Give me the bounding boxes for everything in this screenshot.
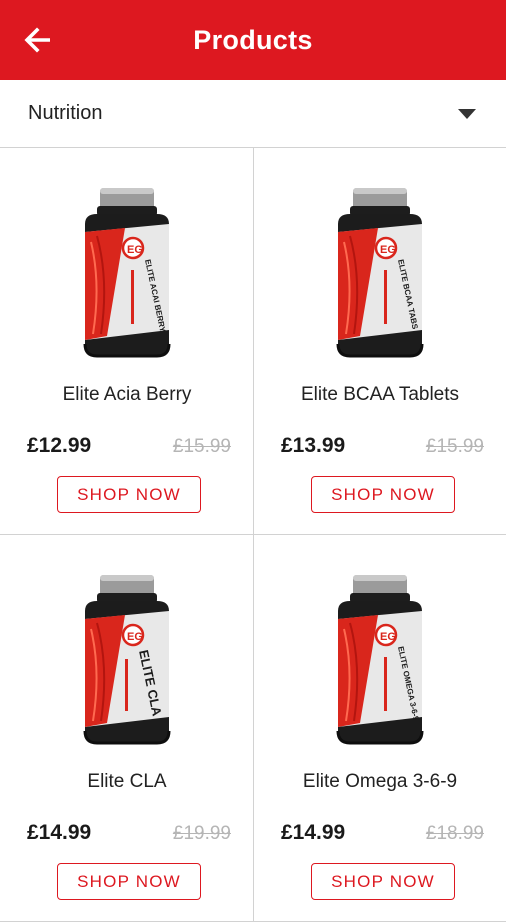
shop-now-button[interactable]: SHOP NOW <box>311 476 455 513</box>
product-image: EG ELITE OMEGA 3-6-9 <box>254 571 506 751</box>
product-card[interactable]: EG ELITE CLA Elite CLA £14.99 £19.99 SHO… <box>0 535 254 922</box>
product-price: £13.99 <box>281 434 346 457</box>
page-title: Products <box>193 24 313 55</box>
category-selected-value: Nutrition <box>28 102 103 124</box>
supplement-jar-image: EG ELITE BCAA TABS <box>336 188 424 358</box>
product-image: EG ELITE BCAA TABS <box>254 184 506 364</box>
product-old-price: £15.99 <box>425 436 484 457</box>
shop-now-button[interactable]: SHOP NOW <box>57 476 201 513</box>
product-price: £12.99 <box>27 434 92 457</box>
supplement-jar-image: EG ELITE OMEGA 3-6-9 <box>336 575 424 745</box>
svg-text:EG: EG <box>127 244 143 256</box>
supplement-jar-image: EG ELITE CLA <box>83 575 171 745</box>
arrow-left-icon <box>24 27 50 53</box>
product-name: Elite BCAA Tablets <box>300 384 460 405</box>
product-name: Elite Acia Berry <box>62 384 192 405</box>
product-card[interactable]: EG ELITE OMEGA 3-6-9 Elite Omega 3-6-9 £… <box>254 535 506 922</box>
product-price: £14.99 <box>281 821 346 844</box>
shop-now-button[interactable]: SHOP NOW <box>57 863 201 900</box>
product-old-price: £15.99 <box>172 436 231 457</box>
product-grid: EG ELITE ACAI BERRY Elite Acia Berry £12… <box>0 148 506 922</box>
product-old-price: £19.99 <box>172 823 231 844</box>
svg-text:EG: EG <box>380 631 396 643</box>
product-old-price: £18.99 <box>425 823 484 844</box>
product-price: £14.99 <box>27 821 92 844</box>
shop-now-button[interactable]: SHOP NOW <box>311 863 455 900</box>
product-card[interactable]: EG ELITE ACAI BERRY Elite Acia Berry £12… <box>0 148 254 535</box>
app-bar: Products <box>0 0 506 80</box>
product-name: Elite CLA <box>87 771 167 792</box>
product-image: EG ELITE CLA <box>0 571 254 751</box>
product-image: EG ELITE ACAI BERRY <box>0 184 254 364</box>
svg-text:EG: EG <box>380 244 396 256</box>
category-dropdown[interactable]: Nutrition <box>0 80 506 148</box>
back-button[interactable] <box>16 20 60 60</box>
product-card[interactable]: EG ELITE BCAA TABS Elite BCAA Tablets £1… <box>254 148 506 535</box>
dropdown-triangle-icon <box>458 108 476 119</box>
supplement-jar-image: EG ELITE ACAI BERRY <box>83 188 171 358</box>
svg-text:EG: EG <box>127 631 143 643</box>
product-name: Elite Omega 3-6-9 <box>302 771 458 792</box>
